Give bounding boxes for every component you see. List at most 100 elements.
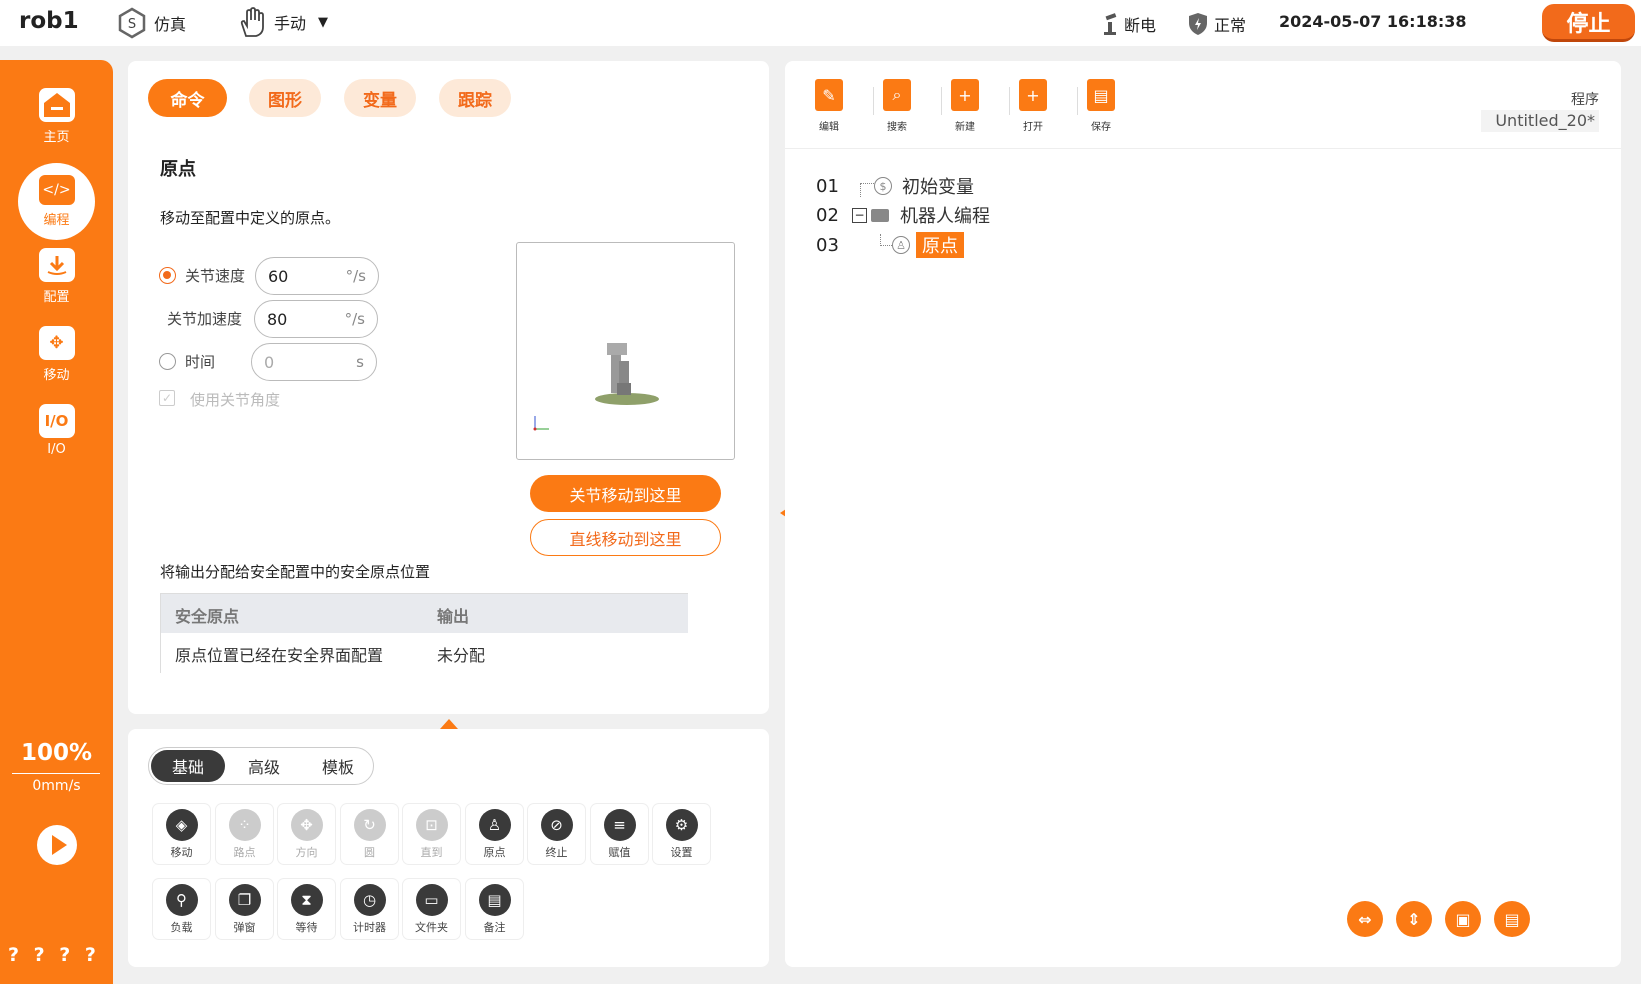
simulation-mode[interactable]: S 仿真 xyxy=(118,7,186,39)
time-input[interactable]: 0 s xyxy=(251,343,377,381)
folder-icon: ▭ xyxy=(415,884,448,916)
time-radio[interactable] xyxy=(159,353,176,370)
robot-model-icon xyxy=(533,343,659,431)
joint-acc-value: 80 xyxy=(267,309,288,329)
toolbar-label: 保存 xyxy=(1091,122,1111,133)
tool-label: 赋值 xyxy=(608,846,631,859)
folder-open-icon: + xyxy=(1019,79,1047,111)
tool-direction[interactable]: ✥ 方向 xyxy=(278,804,335,864)
tool-wait[interactable]: ⧗ 等待 xyxy=(278,879,335,939)
time-value: 0 xyxy=(264,352,275,372)
program-panel: ✎ 编辑 ⌕ 搜索 + 新建 + 打开 ▤ 保存 程序 Untitled_20* 01 $… xyxy=(785,61,1621,967)
joint-speed-radio[interactable] xyxy=(159,267,176,284)
time-label: 时间 xyxy=(185,353,216,371)
move-icon: ✥ xyxy=(38,326,75,360)
toolbar-save[interactable]: ▤ 保存 xyxy=(1076,79,1126,133)
tool-assign[interactable]: ≡ 赋值 xyxy=(591,804,648,864)
line-number: 03 xyxy=(816,234,839,256)
joint-speed-input[interactable]: 60 °/s xyxy=(255,257,379,295)
collapse-toggle-icon[interactable]: − xyxy=(852,207,867,223)
tab-advanced[interactable]: 高级 xyxy=(231,754,297,778)
manual-mode-dropdown[interactable]: 手动 ▼ xyxy=(236,6,328,38)
tool-payload[interactable]: ⚲ 负载 xyxy=(153,879,210,939)
joint-speed-value: 60 xyxy=(268,266,289,286)
sidebar-item-label: I/O xyxy=(47,442,66,457)
speed-percent: 100% xyxy=(20,740,93,766)
stop-button[interactable]: 停止 xyxy=(1542,4,1635,42)
sidebar-item-io[interactable]: I/O I/O xyxy=(0,404,113,457)
assign-icon: ≡ xyxy=(603,809,636,841)
robot-preview[interactable] xyxy=(516,242,735,460)
tool-label: 弹窗 xyxy=(233,921,256,934)
sidebar-item-move[interactable]: ✥ 移动 xyxy=(0,326,113,383)
shield-icon xyxy=(1188,12,1208,36)
safety-status: 正常 xyxy=(1188,12,1246,36)
tool-home[interactable]: ♙ 原点 xyxy=(466,804,523,864)
tab-graphics[interactable]: 图形 xyxy=(249,79,321,117)
play-button[interactable] xyxy=(37,825,77,865)
tool-label: 直到 xyxy=(420,846,443,859)
payload-icon: ⚲ xyxy=(165,884,198,916)
expand-vertical-icon[interactable]: ⇕ xyxy=(1396,901,1432,937)
tool-label: 备注 xyxy=(483,921,506,934)
tab-command[interactable]: 命令 xyxy=(148,79,227,117)
tool-circle[interactable]: ↻ 圆 xyxy=(341,804,398,864)
tree-label: 初始变量 xyxy=(902,177,974,198)
toolbar-search[interactable]: ⌕ 搜索 xyxy=(872,79,922,133)
help-marks[interactable]: ? ? ? ? xyxy=(8,944,100,966)
tab-trace[interactable]: 跟踪 xyxy=(439,79,511,117)
joint-acc-input[interactable]: 80 °/s xyxy=(254,300,378,338)
tool-move[interactable]: ◈ 移动 xyxy=(153,804,210,864)
expand-horizontal-icon[interactable]: ⇔ xyxy=(1347,901,1383,937)
home-icon xyxy=(38,88,75,122)
tool-waypoint[interactable]: ⁘ 路点 xyxy=(216,804,273,864)
tab-basic[interactable]: 基础 xyxy=(151,750,225,782)
move-linear-here-button[interactable]: 直线移动到这里 xyxy=(530,519,721,556)
toolbar-divider xyxy=(785,148,1621,149)
terminal-icon[interactable]: ▤ xyxy=(1494,901,1530,937)
tool-popup[interactable]: ❐ 弹窗 xyxy=(216,879,273,939)
table-row[interactable]: 原点位置已经在安全界面配置 未分配 xyxy=(161,633,688,673)
joint-speed-label: 关节速度 xyxy=(185,267,246,285)
tool-label: 终止 xyxy=(545,846,568,859)
use-joint-angle-checkbox[interactable]: ✓ xyxy=(159,390,175,406)
tree-row[interactable]: 02 − 机器人编程 xyxy=(816,202,990,228)
tree-row[interactable]: 01 $ 初始变量 xyxy=(816,173,974,199)
toolbar-edit[interactable]: ✎ 编辑 xyxy=(804,79,854,133)
tool-folder[interactable]: ▭ 文件夹 xyxy=(403,879,460,939)
program-label: 程序 xyxy=(1571,92,1599,108)
play-icon xyxy=(51,835,67,855)
toolbar-open[interactable]: + 打开 xyxy=(1008,79,1058,133)
tool-settings[interactable]: ⚙ 设置 xyxy=(653,804,710,864)
collapse-up-icon[interactable] xyxy=(440,719,458,729)
tree-label-selected: 原点 xyxy=(916,232,964,258)
command-title: 原点 xyxy=(160,159,196,180)
joint-acc-label: 关节加速度 xyxy=(167,310,243,328)
manual-mode-label: 手动 xyxy=(274,14,307,33)
fit-screen-icon[interactable]: ▣ xyxy=(1445,901,1481,937)
sidebar-item-config[interactable]: 配置 xyxy=(0,248,113,305)
robot-arm-icon xyxy=(1100,12,1120,36)
new-file-icon: + xyxy=(951,79,979,111)
sidebar-item-home[interactable]: 主页 xyxy=(0,88,113,145)
tab-template[interactable]: 模板 xyxy=(305,754,371,778)
code-icon: </> xyxy=(38,175,75,205)
circle-icon: ↻ xyxy=(353,809,386,841)
tool-label: 圆 xyxy=(364,846,375,859)
joint-speed-unit: °/s xyxy=(345,267,366,285)
tool-stop[interactable]: ⊘ 终止 xyxy=(528,804,585,864)
sidebar-item-programming[interactable]: </> 编程 xyxy=(18,163,95,240)
direction-icon: ✥ xyxy=(290,809,323,841)
tool-until[interactable]: ⊡ 直到 xyxy=(403,804,460,864)
tree-row[interactable]: 03 ♙ 原点 xyxy=(816,232,964,258)
tool-timer[interactable]: ◷ 计时器 xyxy=(341,879,398,939)
tool-comment[interactable]: ▤ 备注 xyxy=(466,879,523,939)
power-status-label: 断电 xyxy=(1124,16,1157,35)
output-description: 将输出分配给安全配置中的安全原点位置 xyxy=(160,563,431,581)
move-joint-here-button[interactable]: 关节移动到这里 xyxy=(530,475,721,512)
tab-variables[interactable]: 变量 xyxy=(344,79,416,117)
home-position-icon: ♙ xyxy=(892,236,910,254)
svg-text:S: S xyxy=(128,17,136,32)
toolbar-new[interactable]: + 新建 xyxy=(940,79,990,133)
toolbar-label: 新建 xyxy=(955,122,975,133)
